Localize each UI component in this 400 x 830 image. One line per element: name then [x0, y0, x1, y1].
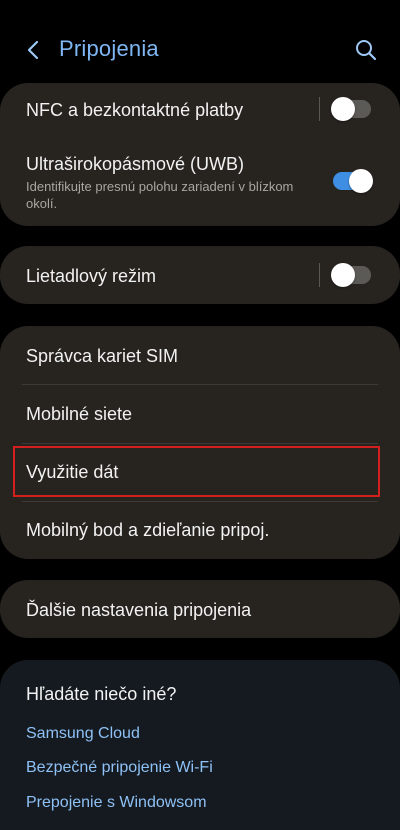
toggle-knob [331, 97, 355, 121]
mobile-networks-label: Mobilné siete [26, 404, 133, 424]
airplane-toggle[interactable] [331, 263, 371, 287]
uwb-row[interactable]: Ultraširokopásmové (UWB) Identifikujte p… [0, 135, 400, 226]
hotspot-item[interactable]: Mobilný bod a zdieľanie pripoj. [0, 502, 400, 559]
card-airplane: Lietadlový režim [0, 246, 400, 304]
card-more-settings: Ďalšie nastavenia pripojenia [0, 580, 400, 638]
page-title: Pripojenia [59, 36, 159, 61]
sim-manager-item[interactable]: Správca kariet SIM [0, 326, 400, 384]
samsung-cloud-link[interactable]: Samsung Cloud [26, 725, 140, 743]
search-icon[interactable] [354, 38, 378, 62]
uwb-subtitle: Identifikujte presnú polohu zariadení v … [26, 179, 294, 211]
divider [319, 263, 320, 287]
link-to-windows-link[interactable]: Prepojenie s Windowsom [26, 794, 207, 812]
nfc-toggle[interactable] [331, 97, 371, 121]
airplane-row[interactable]: Lietadlový režim [0, 246, 400, 304]
suggestions-title: Hľadáte niečo iné? [26, 684, 177, 704]
hotspot-label: Mobilný bod a zdieľanie pripoj. [26, 520, 270, 540]
uwb-label: Ultraširokopásmové (UWB) [26, 154, 245, 174]
more-settings-item[interactable]: Ďalšie nastavenia pripojenia [0, 580, 400, 638]
highlight-box [13, 446, 380, 497]
divider [319, 97, 320, 121]
toggle-knob [349, 169, 373, 193]
card-network: Správca kariet SIM Mobilné siete Využiti… [0, 326, 400, 559]
toggle-knob [331, 263, 355, 287]
more-settings-label: Ďalšie nastavenia pripojenia [26, 600, 252, 620]
uwb-toggle[interactable] [333, 169, 373, 193]
card-nfc-uwb: NFC a bezkontaktné platby Ultraširokopás… [0, 83, 400, 226]
airplane-label: Lietadlový režim [26, 266, 157, 286]
chevron-left-icon[interactable] [22, 38, 46, 62]
suggestions-card: Hľadáte niečo iné? Samsung Cloud Bezpečn… [0, 660, 400, 830]
nfc-label: NFC a bezkontaktné platby [26, 100, 244, 120]
nfc-row[interactable]: NFC a bezkontaktné platby [0, 83, 400, 135]
secure-wifi-link[interactable]: Bezpečné pripojenie Wi-Fi [26, 759, 213, 777]
sim-manager-label: Správca kariet SIM [26, 346, 179, 366]
mobile-networks-item[interactable]: Mobilné siete [0, 385, 400, 443]
